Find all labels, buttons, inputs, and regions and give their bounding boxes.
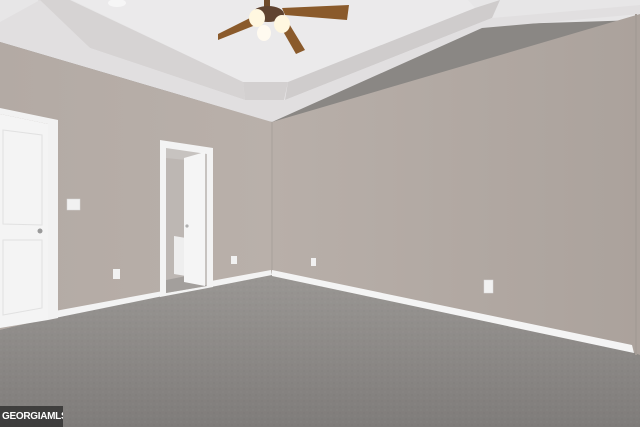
outlet-right-far — [483, 279, 494, 294]
left-door — [0, 114, 48, 328]
fan-light-bulb-1 — [249, 9, 265, 27]
outlet-middle — [231, 256, 237, 264]
mls-watermark: GEORGIAMLS — [0, 406, 63, 427]
bathroom-door-knob-icon — [185, 224, 189, 228]
fan-light-bulb-2 — [274, 15, 290, 33]
room-photo — [0, 0, 640, 427]
outlet-right-near — [311, 258, 316, 266]
fan-light-bulb-3 — [257, 25, 271, 41]
outlet-left — [113, 269, 120, 279]
tray-ceiling-soffit-front — [243, 82, 288, 100]
bathroom-door — [184, 152, 205, 286]
light-switch — [66, 198, 81, 211]
door-knob-icon — [37, 228, 43, 234]
